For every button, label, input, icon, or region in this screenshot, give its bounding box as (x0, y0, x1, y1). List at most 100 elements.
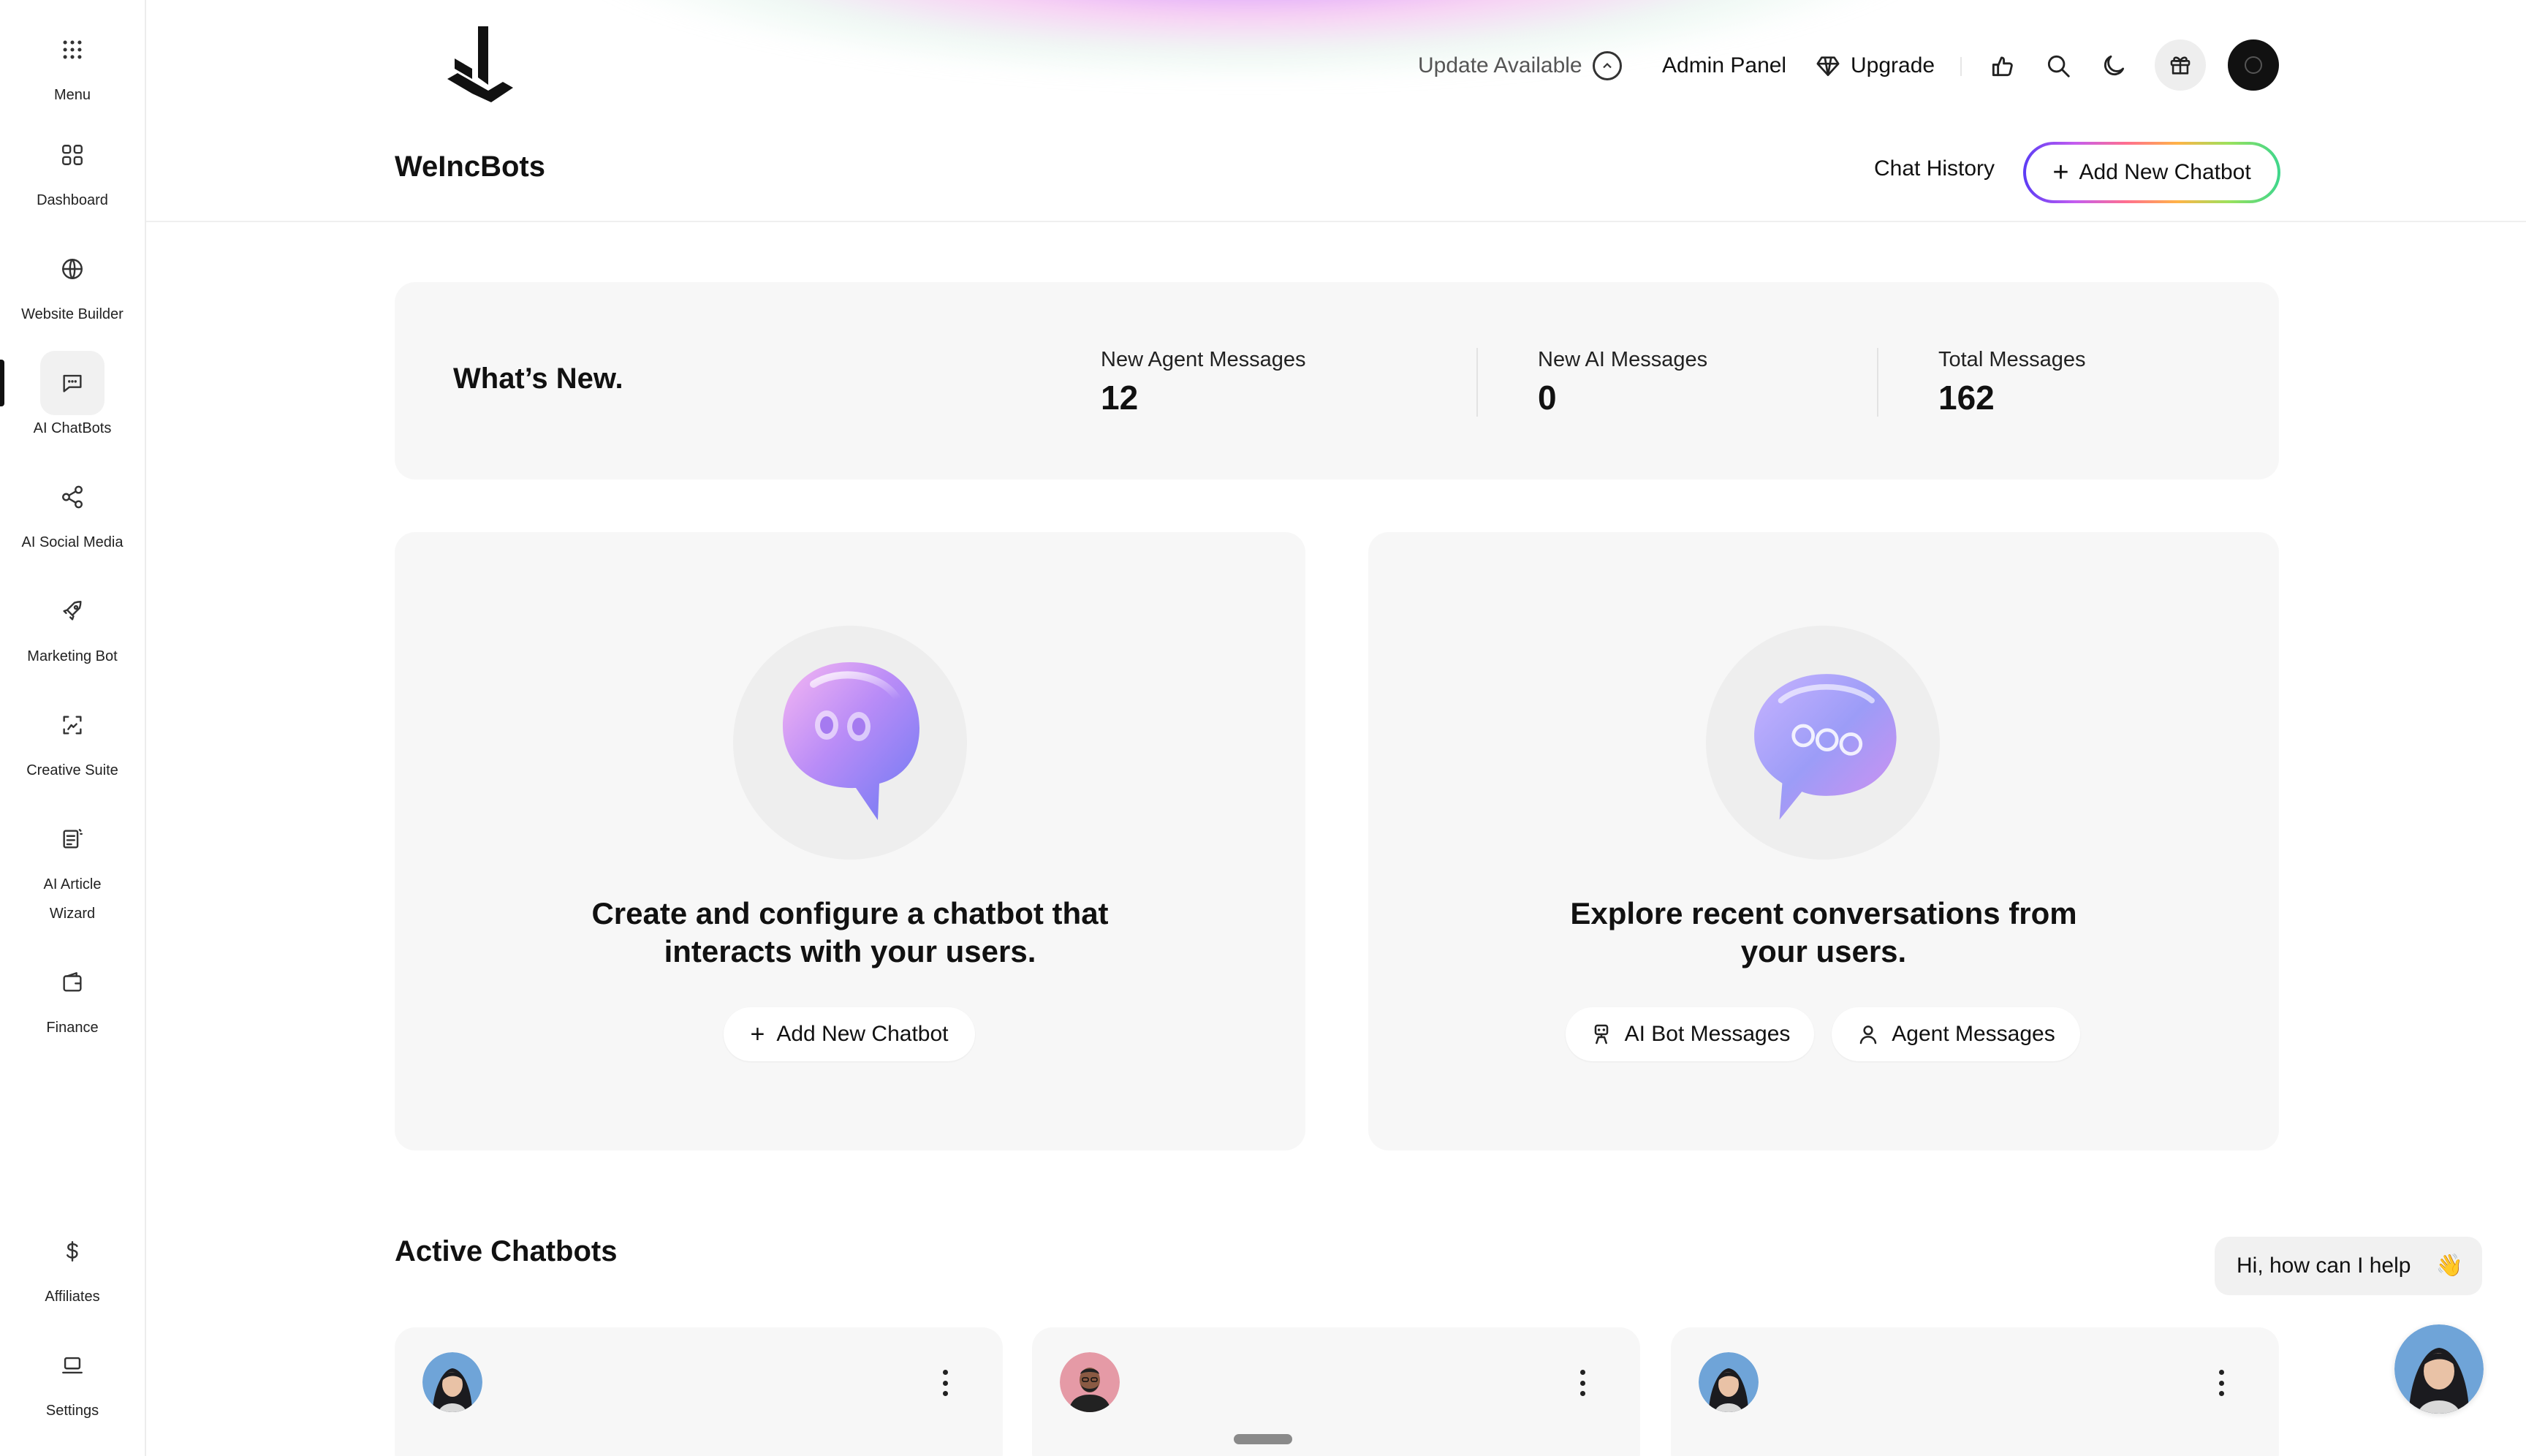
user-icon (1856, 1023, 1880, 1046)
user-avatar[interactable] (2228, 39, 2279, 91)
gift-icon (2168, 53, 2193, 77)
search-button[interactable] (2038, 45, 2079, 86)
chat-history-link[interactable]: Chat History (1874, 156, 1995, 181)
add-new-chatbot-label: Add New Chatbot (2079, 160, 2251, 184)
image-frame-icon (40, 693, 105, 757)
sidebar-item-ai-social-media[interactable]: AI Social Media (0, 465, 145, 557)
sidebar-item-label: Finance (46, 1020, 99, 1036)
chat-dots-illustration (1706, 626, 1940, 860)
stat-divider (1476, 348, 1478, 417)
page-title: WeIncBots (395, 151, 545, 183)
sidebar-item-label: AI Social Media (21, 534, 124, 550)
create-card-text-content: Create and configure a chatbot that inte… (591, 896, 1109, 968)
grid-dots-icon (40, 18, 105, 82)
sidebar-item-label: Marketing Bot (27, 648, 118, 664)
moon-icon (2100, 52, 2128, 80)
explore-conversations-card: Explore recent conversations from your u… (1368, 532, 2279, 1150)
stat-value: 0 (1538, 379, 1557, 417)
dashboard-icon (40, 123, 105, 187)
sidebar-item-label: Menu (53, 87, 91, 103)
sidebar-item-ai-chatbots[interactable]: AI ChatBots (0, 351, 145, 443)
sidebar-item-label: Affiliates (45, 1289, 100, 1305)
explore-card-text: Explore recent conversations from your u… (1368, 895, 2279, 971)
wallet-icon (40, 950, 105, 1015)
chatbot-card[interactable] (395, 1327, 1003, 1456)
hand-thumbs-icon (1989, 52, 2017, 80)
sidebar-item-label: Dashboard (37, 192, 108, 208)
sidebar-item-marketing-bot[interactable]: Marketing Bot (0, 579, 145, 671)
create-card-text: Create and configure a chatbot that inte… (395, 895, 1305, 971)
upgrade-label: Upgrade (1851, 53, 1935, 77)
article-icon (40, 807, 105, 871)
header-divider-line (146, 221, 2526, 222)
add-new-chatbot-card-button[interactable]: + Add New Chatbot (724, 1007, 975, 1061)
chevron-up-icon (1592, 51, 1622, 80)
stat-label: New AI Messages (1538, 348, 1708, 371)
sidebar-item-label: AI Article Wizard (43, 876, 102, 922)
sidebar: Menu Dashboard Website Builder AI ChatBo… (0, 0, 146, 1456)
chatbot-card[interactable] (1032, 1327, 1640, 1456)
sidebar-item-ai-article-wizard[interactable]: AI Article Wizard (0, 807, 145, 928)
search-icon (2044, 52, 2072, 80)
drag-handle[interactable] (1234, 1434, 1292, 1444)
chat-bubble-illustration (733, 626, 967, 860)
explore-card-text-content: Explore recent conversations from your u… (1570, 896, 2077, 968)
more-options-icon[interactable] (2218, 1370, 2225, 1396)
stat-value: 12 (1101, 379, 1139, 417)
dark-mode-toggle[interactable] (2093, 45, 2134, 86)
add-new-chatbot-button[interactable]: + Add New Chatbot (2023, 142, 2280, 203)
waving-hand-icon: 👋 (2435, 1254, 2463, 1278)
stat-label: Total Messages (1938, 348, 2086, 371)
sidebar-item-label: Website Builder (21, 306, 124, 322)
chatbot-avatar (1060, 1352, 1120, 1412)
sidebar-item-creative-suite[interactable]: Creative Suite (0, 693, 145, 785)
sidebar-item-menu[interactable]: Menu (0, 18, 145, 110)
support-agent-avatar[interactable] (2394, 1324, 2484, 1414)
header-divider (1960, 57, 1962, 76)
stat-value: 162 (1938, 379, 1995, 417)
rocket-icon (40, 579, 105, 643)
agent-messages-label: Agent Messages (1892, 1022, 2055, 1046)
sidebar-item-label: Settings (45, 1403, 99, 1419)
chatbot-card[interactable] (1671, 1327, 2279, 1456)
sidebar-item-finance[interactable]: Finance (0, 950, 145, 1042)
more-options-icon[interactable] (941, 1370, 949, 1396)
logo (447, 26, 517, 102)
help-message-text: Hi, how can I help (2237, 1254, 2411, 1278)
admin-panel-link[interactable]: Admin Panel (1662, 45, 1786, 86)
sidebar-item-affiliates[interactable]: Affiliates (0, 1219, 145, 1311)
marketplace-button[interactable] (1982, 45, 2023, 86)
ai-bot-messages-label: AI Bot Messages (1624, 1022, 1791, 1046)
ai-bot-messages-button[interactable]: AI Bot Messages (1566, 1007, 1814, 1061)
upgrade-button[interactable]: Upgrade (1816, 45, 1935, 86)
chatbot-avatar (1699, 1352, 1759, 1412)
laptop-icon (40, 1333, 105, 1398)
agent-messages-button[interactable]: Agent Messages (1832, 1007, 2080, 1061)
more-options-icon[interactable] (1579, 1370, 1586, 1396)
stat-new-ai-messages: New AI Messages 0 (1538, 348, 1707, 417)
whats-new-panel: What’s New. New Agent Messages 12 New AI… (395, 282, 2279, 479)
stat-new-agent-messages: New Agent Messages 12 (1101, 348, 1305, 417)
active-chatbots-title: Active Chatbots (395, 1235, 618, 1267)
gift-button[interactable] (2155, 39, 2206, 91)
plus-icon: + (750, 1020, 765, 1048)
whats-new-title: What’s New. (453, 363, 623, 395)
sidebar-item-label: AI ChatBots (33, 420, 112, 436)
stat-label: New Agent Messages (1101, 348, 1306, 371)
help-message-bubble[interactable]: Hi, how can I help 👋 (2215, 1237, 2482, 1295)
plus-icon: + (2052, 157, 2069, 188)
robot-icon (1590, 1023, 1613, 1046)
sidebar-item-settings[interactable]: Settings (0, 1333, 145, 1425)
create-chatbot-card: Create and configure a chatbot that inte… (395, 532, 1305, 1150)
diamond-icon (1816, 53, 1840, 78)
sidebar-item-label: Creative Suite (26, 762, 118, 778)
sidebar-item-website-builder[interactable]: Website Builder (0, 237, 145, 329)
sidebar-item-dashboard[interactable]: Dashboard (0, 123, 145, 215)
dollar-icon (40, 1219, 105, 1284)
update-available-button[interactable]: Update Available (1418, 45, 1622, 86)
globe-icon (40, 237, 105, 301)
admin-panel-label: Admin Panel (1662, 53, 1787, 77)
share-icon (40, 465, 105, 529)
add-new-chatbot-card-label: Add New Chatbot (776, 1022, 949, 1046)
chatbot-avatar (422, 1352, 482, 1412)
